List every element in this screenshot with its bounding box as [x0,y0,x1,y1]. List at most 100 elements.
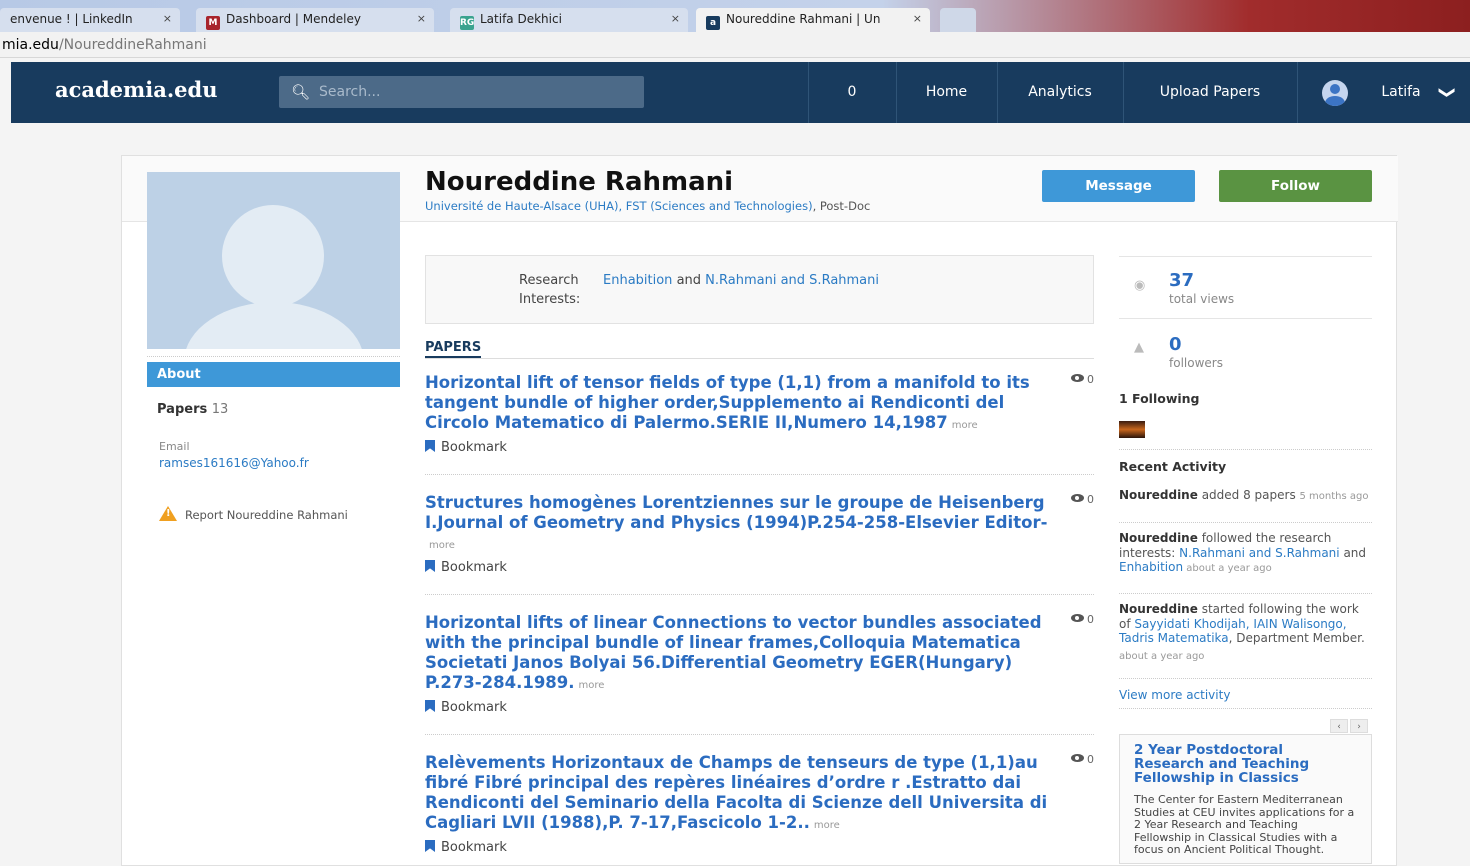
tab-linkedin[interactable]: envenue ! | LinkedIn × [0,8,180,32]
paper-title[interactable]: Structures homogènes Lorentziennes sur l… [425,493,1050,556]
paper-title[interactable]: Relèvements Horizontaux de Champs de ten… [425,753,1050,836]
bookmark-label: Bookmark [441,840,507,855]
nav-upload-papers[interactable]: Upload Papers [1124,62,1296,123]
tab-researchgate[interactable]: RG Latifa Dekhici × [450,8,688,32]
activity-item: Noureddine added 8 papers 5 months ago [1119,488,1372,505]
sidebar-divider [147,356,400,357]
more-link[interactable]: more [952,420,978,431]
warning-icon [159,506,177,521]
follow-button[interactable]: Follow [1219,170,1372,202]
activity-user[interactable]: Noureddine [1119,488,1198,502]
section-divider [1119,708,1372,709]
interests-label: Research Interests: [519,273,581,307]
sidebar-item-about[interactable]: About [147,362,400,387]
researchgate-icon: RG [460,16,475,30]
total-views-label: total views [1169,292,1235,306]
followers-label: followers [1169,356,1223,370]
research-interests-box: Research Interests: Enhabition and N.Rah… [425,255,1094,324]
user-avatar[interactable] [1322,80,1348,106]
address-domain: mia.edu [2,37,59,53]
sidebar-item-papers[interactable]: Papers 13 [157,402,228,417]
academia-icon: a [706,16,720,30]
new-tab-button[interactable] [940,8,976,32]
followers-stat: ▲ 0 followers [1119,334,1372,374]
paper-divider [425,474,1094,475]
bookmark-label: Bookmark [441,440,507,455]
nav-home[interactable]: Home [897,62,996,123]
activity-link[interactable]: Enhabition [1119,560,1183,574]
tab-mendeley[interactable]: M Dashboard | Mendeley × [196,8,434,32]
following-avatar[interactable] [1119,421,1145,438]
profile-affiliation: Université de Haute-Alsace (UHA), FST (S… [425,199,870,213]
activity-text: added 8 papers [1197,488,1300,502]
ad-title[interactable]: 2 Year Postdoctoral Research and Teachin… [1134,743,1357,785]
interest-link[interactable]: N.Rahmani and S.Rahmani [705,273,879,288]
academia-logo[interactable]: academia.edu [55,77,217,102]
activity-time: about a year ago [1119,650,1205,662]
interest-and: and [672,273,706,288]
bookmark-button[interactable]: Bookmark [425,700,507,715]
paper-item: Horizontal lifts of linear Connections t… [425,613,1094,735]
section-divider [1119,449,1372,450]
view-more-activity-link[interactable]: View more activity [1119,688,1230,702]
search-box[interactable]: 🔍︎ [279,76,644,108]
bookmark-label: Bookmark [441,700,507,715]
interest-link[interactable]: Enhabition [603,273,672,288]
chevron-down-icon[interactable]: ❯ [1418,78,1470,108]
activity-user[interactable]: Noureddine [1119,602,1198,616]
tab-label: envenue ! | LinkedIn [10,12,133,26]
more-link[interactable]: more [579,680,605,691]
site-header: academia.edu 🔍︎ 0 Home Analytics Upload … [11,62,1470,123]
chevron-left-icon[interactable]: ‹ [1330,719,1348,733]
report-link[interactable]: Report Noureddine Rahmani [159,506,348,522]
bookmark-button[interactable]: Bookmark [425,840,507,855]
bookmark-icon [425,700,435,712]
report-label: Report Noureddine Rahmani [185,508,348,522]
affiliation-role: , Post-Doc [812,199,871,213]
interests-values: Enhabition and N.Rahmani and S.Rahmani [603,271,879,290]
activity-user[interactable]: Noureddine [1119,531,1198,545]
affiliation-link[interactable]: Université de Haute-Alsace (UHA), FST (S… [425,199,813,213]
mendeley-icon: M [206,16,220,30]
email-link[interactable]: ramses161616@Yahoo.fr [159,456,309,470]
profile-card: Noureddine Rahmani Université de Haute-A… [121,155,1398,866]
tab-close-icon[interactable]: × [913,8,922,30]
avatar-body-shape [184,302,364,349]
following-title[interactable]: 1 Following [1119,391,1200,406]
papers-divider [425,358,1094,359]
activity-divider [1119,678,1372,679]
job-ad[interactable]: 2 Year Postdoctoral Research and Teachin… [1119,734,1372,864]
message-button[interactable]: Message [1042,170,1195,202]
search-input[interactable] [319,76,619,108]
profile-name: Noureddine Rahmani [425,167,734,197]
paper-title[interactable]: Horizontal lift of tensor fields of type… [425,373,1050,436]
bookmark-icon [425,840,435,852]
bookmark-button[interactable]: Bookmark [425,560,507,575]
profile-photo [147,172,400,349]
paper-title-text: Structures homogènes Lorentziennes sur l… [425,493,1048,532]
paper-title-text: Relèvements Horizontaux de Champs de ten… [425,753,1048,832]
tab-label: Noureddine Rahmani | Un [726,12,881,26]
more-link[interactable]: more [814,820,840,831]
activity-link[interactable]: N.Rahmani and S.Rahmani [1179,546,1339,560]
more-link[interactable]: more [429,540,455,551]
views-count: 0 [1087,753,1094,766]
views-count: 0 [1087,493,1094,506]
bookmark-button[interactable]: Bookmark [425,440,507,455]
tab-close-icon[interactable]: × [417,8,426,30]
tab-academia[interactable]: a Noureddine Rahmani | Un × [696,8,930,32]
address-bar[interactable]: mia.edu/NoureddineRahmani [0,32,1470,58]
paper-title[interactable]: Horizontal lifts of linear Connections t… [425,613,1050,696]
email-label: Email [159,440,190,453]
tab-close-icon[interactable]: × [163,8,172,30]
tab-close-icon[interactable]: × [671,8,680,30]
chevron-right-icon[interactable]: › [1350,719,1368,733]
notifications-count[interactable]: 0 [809,62,895,123]
activity-item: Noureddine started following the work of… [1119,602,1372,664]
eye-icon [1071,754,1084,762]
nav-analytics[interactable]: Analytics [998,62,1122,123]
bookmark-label: Bookmark [441,560,507,575]
tab-label: Latifa Dekhici [480,12,562,26]
papers-section-title[interactable]: PAPERS [425,340,482,358]
papers-count: 13 [211,402,229,417]
